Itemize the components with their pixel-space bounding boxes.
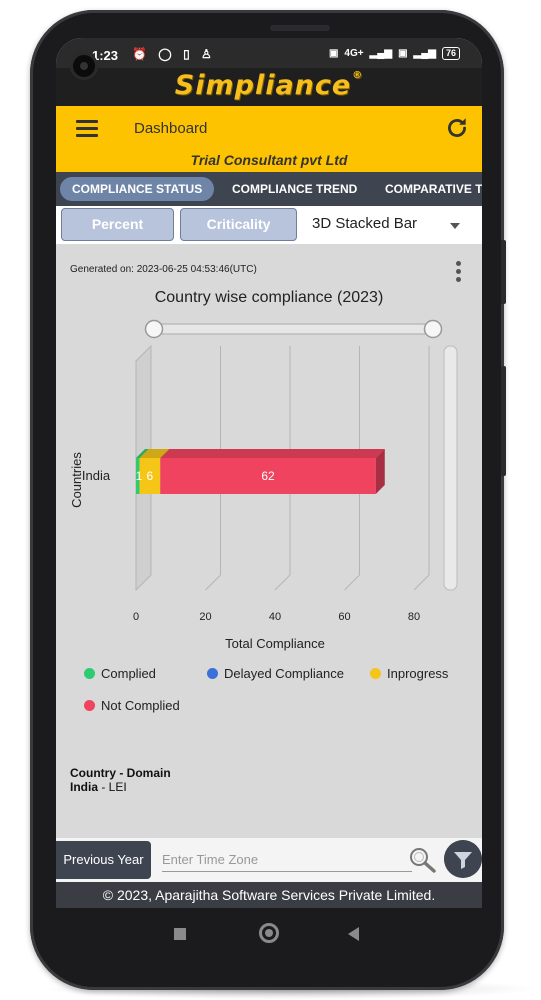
status-bar: 1:23 ⏰ ◯ ▯ ♙ ▣ 4G+ ▂▄▆ ▣ ▂▄▆ 76 — [56, 38, 482, 68]
person-icon: ♙ — [201, 47, 216, 61]
signal2-icon: ▂▄▆ — [413, 48, 436, 59]
chart-panel: Generated on: 2023-06-25 04:53:46(UTC) C… — [56, 244, 482, 838]
tab-compliance-status[interactable]: COMPLIANCE STATUS — [60, 177, 215, 201]
battery-icon: 76 — [441, 47, 460, 60]
previous-year-button[interactable]: Previous Year — [56, 841, 151, 879]
power-button — [501, 240, 506, 304]
timezone-input[interactable] — [162, 848, 412, 872]
page-title: Dashboard — [134, 120, 208, 137]
brand-bar: Simpliance® — [56, 68, 482, 106]
x-axis-ticks: 0 20 40 60 80 — [133, 611, 420, 623]
filter-icon[interactable] — [444, 840, 482, 878]
percent-button[interactable]: Percent — [61, 208, 174, 241]
legend-dot-icon — [84, 668, 95, 679]
chevron-down-icon[interactable] — [450, 223, 460, 229]
legend-dot-icon — [207, 668, 218, 679]
company-name: Trial Consultant pvt Ltd — [190, 152, 348, 168]
x-tick-label: 20 — [199, 611, 211, 623]
volte2-icon: ▣ — [398, 48, 408, 59]
range-slider-track — [153, 323, 435, 335]
hamburger-icon[interactable] — [76, 120, 98, 138]
signal-icon: ▂▄▆ — [369, 48, 393, 59]
domain-value: - LEI — [98, 780, 127, 794]
volte-icon: ▣ — [328, 48, 339, 59]
simpliance-logo: Simpliance® — [56, 70, 482, 101]
whatsapp-icon: ◯ — [158, 47, 176, 61]
volume-button — [501, 366, 506, 476]
status-right: ▣ 4G+ ▂▄▆ ▣ ▂▄▆ 76 — [329, 47, 460, 60]
gridline-floor — [344, 574, 360, 591]
country-domain-info: Country - Domain India - LEI — [70, 766, 171, 794]
legend-inprogress[interactable]: Inprogress — [370, 666, 448, 681]
search-icon[interactable] — [408, 846, 438, 874]
earpiece-speaker — [270, 25, 330, 31]
network-type: 4G+ — [344, 48, 364, 59]
tab-compliance-trend[interactable]: COMPLIANCE TREND — [232, 177, 357, 201]
legend-label: Not Complied — [101, 698, 180, 713]
domain-country: India — [70, 780, 99, 794]
range-slider[interactable] — [144, 319, 443, 339]
chart-type-select[interactable]: 3D Stacked Bar — [312, 215, 417, 232]
refresh-icon[interactable] — [444, 115, 470, 141]
x-tick-label: 40 — [269, 611, 281, 623]
range-slider-handle-right[interactable] — [423, 319, 443, 339]
alarm-icon: ⏰ — [132, 47, 151, 61]
gridline-floor — [205, 574, 221, 591]
legend-not-complied[interactable]: Not Complied — [84, 698, 180, 713]
category-label: India — [82, 468, 111, 483]
legend-dot-icon — [370, 668, 381, 679]
legend-label: Delayed Compliance — [224, 666, 344, 681]
logo-text: Simpliance — [174, 70, 352, 101]
tab-comparative[interactable]: COMPARATIVE T — [385, 177, 482, 201]
legend-delayed[interactable]: Delayed Compliance — [207, 666, 344, 681]
x-tick-label: 80 — [408, 611, 420, 623]
home-circle-icon[interactable] — [259, 923, 279, 943]
bar-data-label: 62 — [261, 469, 275, 483]
logo-mark: ® — [352, 70, 364, 81]
x-tick-label: 60 — [338, 611, 350, 623]
system-nav-bar — [56, 908, 482, 960]
app-bar: Dashboard Trial Consultant pvt Ltd — [56, 106, 482, 172]
notification-icons: ⏰ ◯ ▯ ♙ — [132, 47, 216, 61]
x-axis-label: Total Compliance — [225, 636, 325, 651]
vertical-scrollbar[interactable] — [443, 345, 458, 591]
camera-hole — [70, 52, 98, 80]
y-axis-label: Countries — [69, 452, 84, 508]
screen: 1:23 ⏰ ◯ ▯ ♙ ▣ 4G+ ▂▄▆ ▣ ▂▄▆ 76 Simplian… — [56, 38, 482, 908]
chart-bars: 1 6 62 — [136, 449, 385, 494]
bar-top — [160, 449, 385, 458]
gridline-floor — [274, 574, 291, 591]
bar-data-label: 6 — [147, 469, 154, 483]
bar-data-label: 1 — [136, 469, 143, 483]
x-tick-label: 0 — [133, 611, 139, 623]
gridline-floor — [413, 574, 430, 591]
legend-label: Complied — [101, 666, 156, 681]
chart-svg: 1 6 62 0 20 40 60 80 India Countries Total Com… — [69, 319, 458, 651]
chart-controls: Percent Criticality 3D Stacked Bar — [56, 206, 482, 244]
criticality-button[interactable]: Criticality — [180, 208, 297, 241]
bottom-bar: Previous Year — [56, 838, 482, 882]
tab-bar: COMPLIANCE STATUS COMPLIANCE TREND COMPA… — [56, 172, 482, 206]
square-icon[interactable] — [174, 928, 186, 940]
legend-complied[interactable]: Complied — [84, 666, 156, 681]
range-slider-handle-left[interactable] — [144, 319, 164, 339]
footer-copyright: © 2023, Aparajitha Software Services Pri… — [56, 882, 482, 908]
legend-dot-icon — [84, 700, 95, 711]
back-triangle-icon[interactable] — [348, 927, 359, 941]
legend-label: Inprogress — [387, 666, 449, 681]
trash-icon: ▯ — [183, 47, 194, 61]
domain-heading: Country - Domain — [70, 766, 171, 780]
